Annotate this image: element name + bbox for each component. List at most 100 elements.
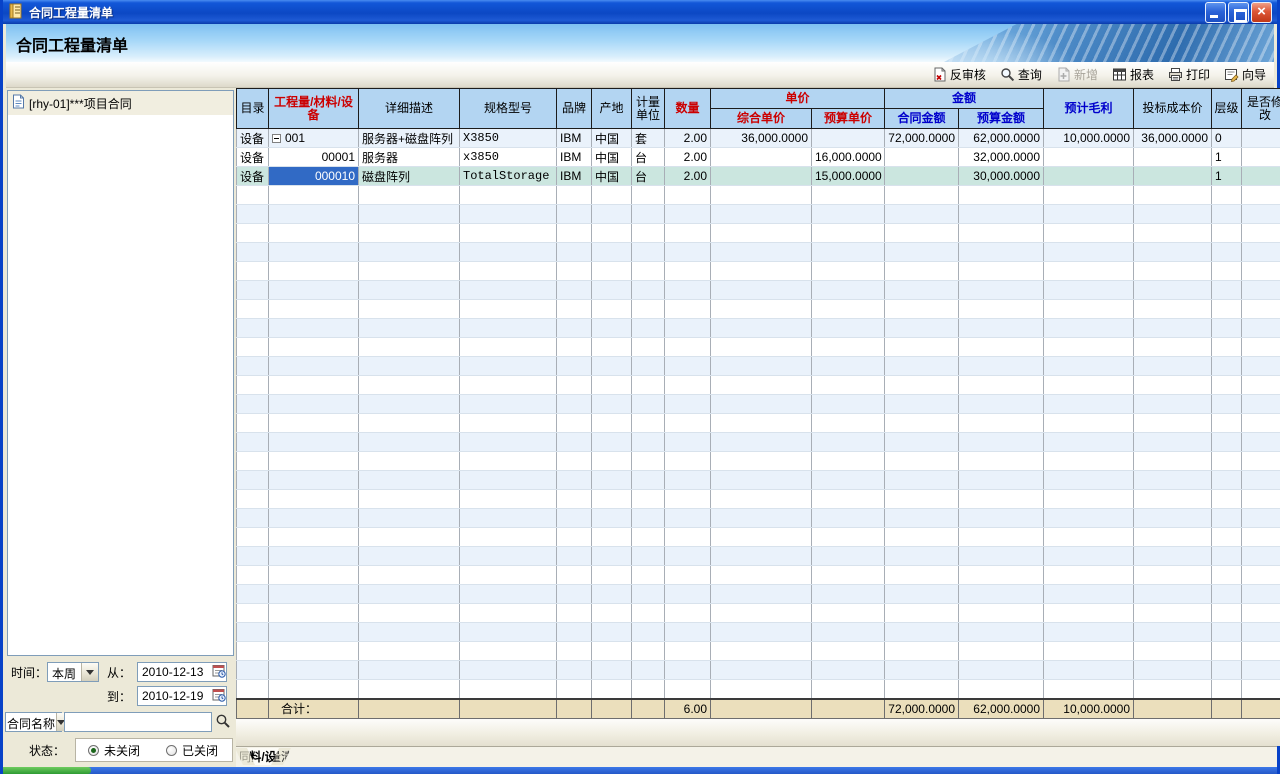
- table-row-empty[interactable]: [237, 604, 1280, 623]
- table-row-empty[interactable]: [237, 376, 1280, 395]
- contract-tree-item[interactable]: [rhy-01]***项目合同: [8, 91, 233, 115]
- table-row-empty[interactable]: [237, 338, 1280, 357]
- col-catalog[interactable]: 目录: [237, 89, 269, 129]
- table-row[interactable]: 设备000010磁盘阵列TotalStorage DS3IBM中国台2.0015…: [237, 167, 1280, 186]
- col-group-unit-price[interactable]: 单价: [711, 89, 885, 109]
- table-footer: 合计：6.0072,000.000062,000.000010,000.0000: [237, 699, 1280, 719]
- col-origin[interactable]: 产地: [592, 89, 632, 129]
- table-row[interactable]: 设备00001服务器x3850IBM中国台2.0016,000.000032,0…: [237, 148, 1280, 167]
- table-row-empty[interactable]: [237, 281, 1280, 300]
- quantity-list-table: 目录 工程量/材料/设备 详细描述 规格型号 品牌 产地 计量单位 数量 单价 …: [236, 88, 1280, 719]
- col-bid-cost[interactable]: 投标成本价: [1134, 89, 1212, 129]
- table-row-empty[interactable]: [237, 547, 1280, 566]
- col-level[interactable]: 层级: [1212, 89, 1242, 129]
- table-row-empty[interactable]: [237, 300, 1280, 319]
- table-row[interactable]: 设备001服务器+磁盘阵列X3850IBM中国套2.0036,000.00007…: [237, 129, 1280, 148]
- page-title: 合同工程量清单: [16, 32, 128, 56]
- add-doc-icon: [1056, 67, 1071, 82]
- table-row-empty[interactable]: [237, 452, 1280, 471]
- table-header: 目录 工程量/材料/设备 详细描述 规格型号 品牌 产地 计量单位 数量 单价 …: [237, 89, 1280, 129]
- window-title: 合同工程量清单: [29, 4, 1200, 21]
- minimize-button[interactable]: [1205, 2, 1226, 23]
- app-icon: [8, 3, 24, 22]
- table-row-empty[interactable]: [237, 623, 1280, 642]
- table-row-empty[interactable]: [237, 433, 1280, 452]
- close-button[interactable]: [1251, 2, 1272, 23]
- col-comprehensive-price[interactable]: 综合单价: [711, 109, 812, 129]
- col-item-code[interactable]: 工程量/材料/设备: [269, 89, 359, 129]
- search-icon: [215, 713, 231, 732]
- toolbar: 反审核 查询 新增: [6, 62, 1274, 88]
- from-label: 从：: [107, 664, 131, 681]
- name-filter-select[interactable]: 合同名称: [5, 712, 62, 732]
- calendar-icon[interactable]: [212, 664, 226, 681]
- contract-tree-item-label: [rhy-01]***项目合同: [29, 95, 132, 112]
- col-unit[interactable]: 计量单位: [632, 89, 665, 129]
- table-row-empty[interactable]: [237, 528, 1280, 547]
- table-row-empty[interactable]: [237, 471, 1280, 490]
- table-row-empty[interactable]: [237, 224, 1280, 243]
- radio-icon: [166, 745, 177, 756]
- document-icon: [12, 94, 25, 112]
- tree-collapse-icon[interactable]: [272, 134, 281, 143]
- table-row-empty[interactable]: [237, 642, 1280, 661]
- col-budget-price[interactable]: 预算单价: [812, 109, 885, 129]
- calendar-icon[interactable]: [212, 688, 226, 705]
- from-date-field[interactable]: 2010-12-13: [137, 662, 227, 682]
- time-range-select[interactable]: 本周: [47, 662, 99, 682]
- time-label: 时间：: [11, 664, 47, 681]
- radio-not-closed[interactable]: 未关闭: [88, 742, 140, 759]
- table-row-empty[interactable]: [237, 357, 1280, 376]
- table-row-empty[interactable]: [237, 243, 1280, 262]
- table-row-empty[interactable]: [237, 680, 1280, 699]
- query-button[interactable]: 查询: [1000, 66, 1042, 83]
- revoke-audit-button[interactable]: 反审核: [932, 66, 986, 83]
- col-qty[interactable]: 数量: [665, 89, 711, 129]
- table-row-empty[interactable]: [237, 262, 1280, 281]
- table-row-empty[interactable]: [237, 186, 1280, 205]
- to-date-value: 2010-12-19: [138, 689, 212, 703]
- col-description[interactable]: 详细描述: [359, 89, 460, 129]
- radio-closed[interactable]: 已关闭: [166, 742, 218, 759]
- table-row-empty[interactable]: [237, 490, 1280, 509]
- titlebar: 合同工程量清单: [3, 0, 1277, 24]
- filter-panel: 时间： 本周 从： 2010-12-13 到：: [3, 658, 235, 768]
- contract-search-input[interactable]: [64, 712, 212, 732]
- bottom-tabstrip: 工程量清单 材料/设备 协同办公: [236, 746, 1277, 767]
- col-contract-amount[interactable]: 合同金额: [885, 109, 959, 129]
- report-button[interactable]: 报表: [1112, 66, 1154, 83]
- table-row-empty[interactable]: [237, 319, 1280, 338]
- col-group-amount[interactable]: 金额: [885, 89, 1044, 109]
- totals-row: 合计：6.0072,000.000062,000.000010,000.0000: [237, 699, 1280, 719]
- table-row-empty[interactable]: [237, 205, 1280, 224]
- col-spec[interactable]: 规格型号: [460, 89, 557, 129]
- radio-icon: [88, 745, 99, 756]
- table-row-empty[interactable]: [237, 585, 1280, 604]
- col-brand[interactable]: 品牌: [557, 89, 592, 129]
- sidebar-search-button[interactable]: [215, 713, 231, 732]
- wizard-button[interactable]: 向导: [1224, 66, 1266, 83]
- col-modified[interactable]: 是否修改: [1242, 89, 1280, 129]
- to-date-field[interactable]: 2010-12-19: [137, 686, 227, 706]
- print-button[interactable]: 打印: [1168, 66, 1210, 83]
- restore-button[interactable]: [1228, 2, 1249, 23]
- table-row-empty[interactable]: [237, 509, 1280, 528]
- table-row-empty[interactable]: [237, 414, 1280, 433]
- table-row-empty[interactable]: [237, 395, 1280, 414]
- report-icon: [1112, 67, 1127, 82]
- revoke-audit-icon: [932, 67, 947, 82]
- col-budget-amount[interactable]: 预算金额: [959, 109, 1044, 129]
- contract-tree-panel: [rhy-01]***项目合同: [7, 90, 234, 656]
- table-row-empty[interactable]: [237, 661, 1280, 680]
- col-expected-profit[interactable]: 预计毛利: [1044, 89, 1134, 129]
- chevron-down-icon[interactable]: [81, 663, 98, 681]
- start-button[interactable]: [3, 767, 91, 774]
- table-row-empty[interactable]: [237, 566, 1280, 585]
- taskbar[interactable]: [3, 767, 1277, 774]
- table-body: 设备001服务器+磁盘阵列X3850IBM中国套2.0036,000.00007…: [237, 129, 1280, 699]
- to-label: 到：: [107, 688, 131, 705]
- add-button[interactable]: 新增: [1056, 66, 1098, 83]
- keyboard-decoration-image: [944, 24, 1274, 62]
- app-window: 合同工程量清单 合同工程量清单 反审核: [0, 0, 1280, 774]
- below-grid-gap: [236, 719, 1280, 746]
